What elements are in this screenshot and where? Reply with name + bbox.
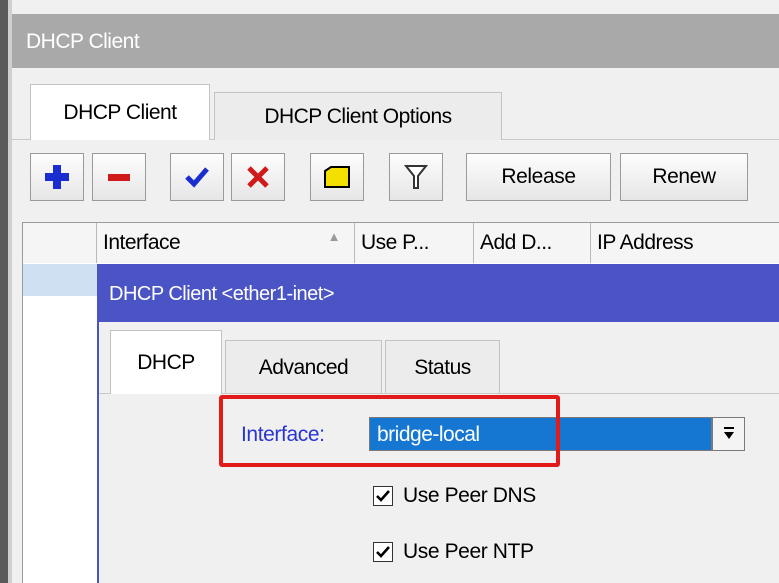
note-icon — [324, 166, 350, 188]
disable-button[interactable] — [231, 153, 285, 201]
column-header-interface[interactable]: Interface ▲ — [97, 223, 355, 263]
column-header-use-peer[interactable]: Use P... — [355, 223, 474, 263]
filter-button[interactable] — [389, 153, 443, 201]
checkmark-icon — [376, 546, 390, 558]
tab-status[interactable]: Status — [385, 340, 500, 394]
remove-button[interactable] — [92, 153, 146, 201]
window-left-border — [0, 0, 8, 583]
column-header-ip-address[interactable]: IP Address — [591, 223, 779, 263]
filter-icon — [404, 165, 428, 189]
tab-dhcp-client[interactable]: DHCP Client — [30, 84, 210, 140]
use-peer-ntp-checkbox[interactable] — [373, 542, 393, 562]
x-icon — [247, 166, 269, 188]
dialog-title: DHCP Client <ether1-inet> — [109, 283, 335, 305]
renew-button[interactable]: Renew — [620, 153, 748, 201]
minus-icon — [108, 174, 130, 181]
sort-arrow-icon: ▲ — [327, 229, 341, 244]
window-title: DHCP Client — [26, 30, 140, 53]
use-peer-ntp-label[interactable]: Use Peer NTP — [403, 540, 534, 564]
column-header-blank — [23, 223, 97, 263]
tab-dhcp-client-options[interactable]: DHCP Client Options — [214, 92, 502, 140]
interface-dropdown-button[interactable] — [712, 417, 745, 451]
dropdown-arrow-icon — [723, 427, 734, 439]
comment-button[interactable] — [310, 153, 364, 201]
column-header-label: Interface — [103, 231, 181, 254]
check-icon — [185, 167, 209, 188]
checkmark-icon — [376, 490, 390, 502]
release-button[interactable]: Release — [466, 153, 611, 201]
plus-icon — [45, 165, 69, 189]
tab-dhcp[interactable]: DHCP — [110, 330, 222, 394]
add-button[interactable] — [30, 153, 84, 201]
highlight-box — [219, 395, 560, 467]
tab-advanced[interactable]: Advanced — [225, 340, 382, 394]
use-peer-dns-label[interactable]: Use Peer DNS — [403, 484, 536, 508]
table-row-selected[interactable] — [23, 264, 97, 296]
enable-button[interactable] — [170, 153, 224, 201]
column-header-add-default[interactable]: Add D... — [474, 223, 591, 263]
use-peer-dns-checkbox[interactable] — [373, 486, 393, 506]
